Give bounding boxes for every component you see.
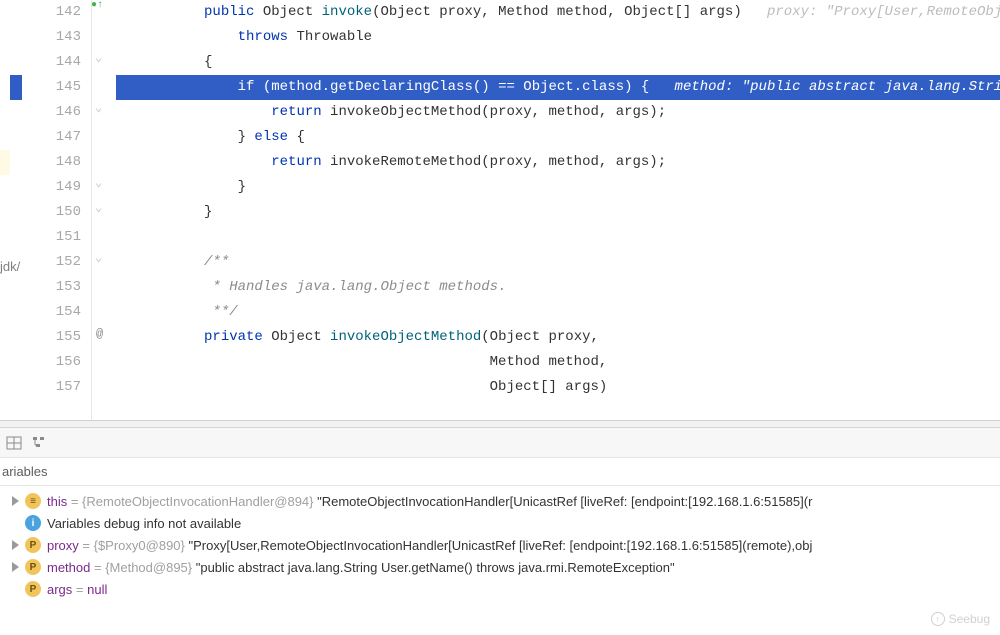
variable-row[interactable]: Pproxy = {$Proxy0@890} "Proxy[User,Remot… xyxy=(0,534,1000,556)
watermark-text: Seebug xyxy=(949,612,990,626)
code-line[interactable]: Method method, xyxy=(116,350,1000,375)
layout-icon[interactable] xyxy=(6,435,22,451)
code-line[interactable]: return invokeObjectMethod(proxy, method,… xyxy=(116,100,1000,125)
variable-row[interactable]: ≡ this = {RemoteObjectInvocationHandler@8… xyxy=(0,490,1000,512)
code-line[interactable]: if (method.getDeclaringClass() == Object… xyxy=(116,75,1000,100)
watermark: ↑ Seebug xyxy=(931,612,990,626)
line-number[interactable]: 155 xyxy=(30,325,81,350)
variable-badge-icon: P xyxy=(25,581,41,597)
line-number[interactable]: 156 xyxy=(30,350,81,375)
tree-icon[interactable] xyxy=(32,435,48,451)
line-number[interactable]: 154 xyxy=(30,300,81,325)
variable-text: method = {Method@895} "public abstract j… xyxy=(47,560,675,575)
code-line[interactable]: return invokeRemoteMethod(proxy, method,… xyxy=(116,150,1000,175)
fold-icon[interactable]: ⌄ xyxy=(95,250,102,265)
line-number[interactable]: 151 xyxy=(30,225,81,250)
left-gutter: jdk/ xyxy=(0,0,30,420)
line-number[interactable]: 143 xyxy=(30,25,81,50)
variable-text: args = null xyxy=(47,582,107,597)
panel-divider[interactable] xyxy=(0,420,1000,428)
override-gutter-icon[interactable]: @ xyxy=(96,327,103,341)
line-number-gutter[interactable]: 1421431441451461471481491501511521531541… xyxy=(30,0,92,420)
line-number[interactable]: 145 xyxy=(30,75,81,100)
expand-icon[interactable] xyxy=(12,496,19,506)
code-line[interactable]: /** xyxy=(116,250,1000,275)
code-line[interactable] xyxy=(116,225,1000,250)
execution-point-icon[interactable]: ●↑ xyxy=(91,0,103,11)
info-icon: i xyxy=(25,515,41,531)
code-content[interactable]: public Object invoke(Object proxy, Metho… xyxy=(116,0,1000,420)
line-number[interactable]: 147 xyxy=(30,125,81,150)
code-line[interactable]: private Object invokeObjectMethod(Object… xyxy=(116,325,1000,350)
expand-icon[interactable] xyxy=(12,540,19,550)
code-line[interactable]: * Handles java.lang.Object methods. xyxy=(116,275,1000,300)
fold-icon[interactable]: ⌄ xyxy=(95,50,102,65)
variable-text: proxy = {$Proxy0@890} "Proxy[User,Remote… xyxy=(47,538,812,553)
line-number[interactable]: 148 xyxy=(30,150,81,175)
line-number[interactable]: 152 xyxy=(30,250,81,275)
expand-icon[interactable] xyxy=(12,562,19,572)
line-number[interactable]: 146 xyxy=(30,100,81,125)
code-line[interactable]: throws Throwable xyxy=(116,25,1000,50)
line-number[interactable]: 157 xyxy=(30,375,81,400)
line-number[interactable]: 149 xyxy=(30,175,81,200)
fold-icon[interactable]: ⌄ xyxy=(95,200,102,215)
gutter-icon-strip[interactable]: ●↑ ⌄ ⌄ ⌄ ⌄ ⌄ @ xyxy=(92,0,116,420)
code-line[interactable]: } xyxy=(116,200,1000,225)
code-line[interactable]: Object[] args) xyxy=(116,375,1000,400)
watermark-icon: ↑ xyxy=(931,612,945,626)
variable-text: Variables debug info not available xyxy=(47,516,241,531)
code-line[interactable]: { xyxy=(116,50,1000,75)
code-line[interactable]: } else { xyxy=(116,125,1000,150)
line-number[interactable]: 150 xyxy=(30,200,81,225)
variable-badge-icon: ≡ xyxy=(25,493,41,509)
code-line[interactable]: } xyxy=(116,175,1000,200)
code-line[interactable]: **/ xyxy=(116,300,1000,325)
change-marker xyxy=(0,150,10,175)
variable-badge-icon: P xyxy=(25,559,41,575)
variables-panel-title: ariables xyxy=(0,458,1000,486)
jdk-label: jdk/ xyxy=(0,259,20,274)
variable-row[interactable]: Pargs = null xyxy=(0,578,1000,600)
variable-text: this = {RemoteObjectInvocationHandler@89… xyxy=(47,494,812,509)
fold-icon[interactable]: ⌄ xyxy=(95,175,102,190)
fold-icon[interactable]: ⌄ xyxy=(95,100,102,115)
variable-badge-icon: P xyxy=(25,537,41,553)
variable-row[interactable]: Pmethod = {Method@895} "public abstract … xyxy=(0,556,1000,578)
variables-panel[interactable]: ≡ this = {RemoteObjectInvocationHandler@8… xyxy=(0,486,1000,600)
line-number[interactable]: 144 xyxy=(30,50,81,75)
line-number[interactable]: 142 xyxy=(30,0,81,25)
execution-line-marker xyxy=(10,75,22,100)
variable-row[interactable]: i Variables debug info not available xyxy=(0,512,1000,534)
code-editor[interactable]: jdk/ 14214314414514614714814915015115215… xyxy=(0,0,1000,420)
line-number[interactable]: 153 xyxy=(30,275,81,300)
code-line[interactable]: public Object invoke(Object proxy, Metho… xyxy=(116,0,1000,25)
debug-toolbar xyxy=(0,428,1000,458)
